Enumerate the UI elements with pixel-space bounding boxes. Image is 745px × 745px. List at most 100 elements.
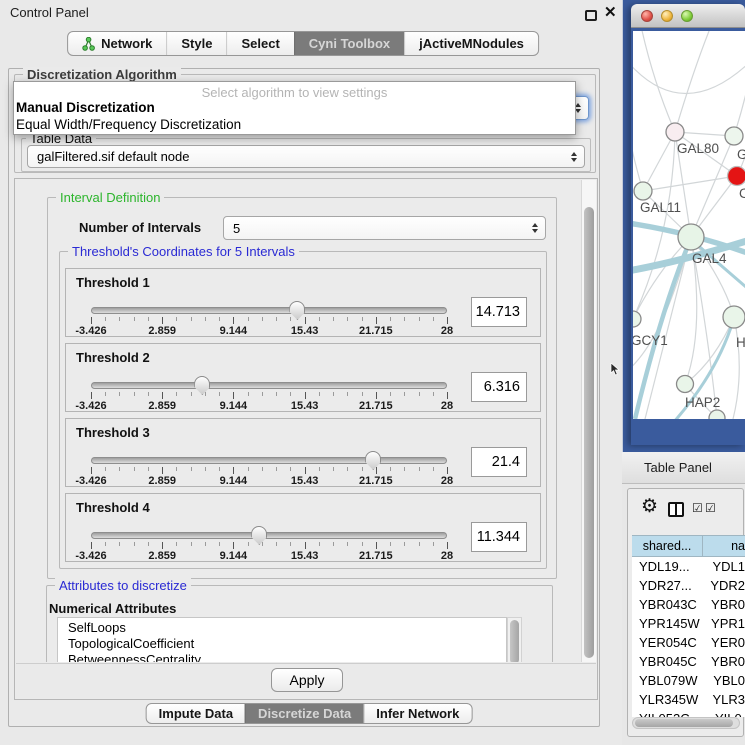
threshold-2-value-field[interactable]: [471, 372, 527, 402]
cell-name[interactable]: YER0: [704, 635, 745, 650]
numerical-attributes-list[interactable]: SelfLoopsTopologicalCoefficientBetweenne…: [57, 617, 507, 662]
table-row[interactable]: YPR145WYPR1: [632, 614, 745, 633]
float-window-icon[interactable]: [585, 10, 597, 21]
threshold-1-slider[interactable]: [91, 307, 447, 314]
tab-label: Style: [181, 36, 212, 51]
network-node-gcy1[interactable]: [633, 311, 641, 327]
cell-name[interactable]: YBR0: [704, 597, 745, 612]
minimize-traffic-light-icon[interactable]: [661, 10, 673, 22]
tick-mark: [447, 392, 448, 399]
table-row[interactable]: YBL079WYBL0: [632, 671, 745, 690]
zoom-traffic-light-icon[interactable]: [681, 10, 693, 22]
network-edge[interactable]: [641, 31, 675, 132]
threshold-3-slider[interactable]: [91, 457, 447, 464]
network-edge[interactable]: [633, 237, 691, 319]
threshold-1-value-field[interactable]: [471, 297, 527, 327]
close-traffic-light-icon[interactable]: [641, 10, 653, 22]
tick-mark: [404, 542, 405, 546]
table-data-combo[interactable]: galFiltered.sif default node: [27, 145, 585, 168]
table-row[interactable]: YIL052CYIL0: [632, 709, 745, 717]
tab-discretize-data[interactable]: Discretize Data: [245, 704, 363, 723]
combo-arrows-icon: [571, 152, 577, 162]
attributes-list-scrollbar[interactable]: [507, 617, 522, 662]
network-edge[interactable]: [643, 176, 737, 191]
tick-mark: [91, 317, 92, 324]
tick-mark: [362, 542, 363, 546]
tab-network[interactable]: Network: [68, 32, 166, 55]
table-horizontal-scrollbar[interactable]: [632, 717, 740, 729]
tick-mark: [119, 467, 120, 471]
cell-name[interactable]: YPR1: [704, 616, 745, 631]
network-canvas[interactable]: GAL80GACGAL11GAL4GCY1HHAP2: [633, 31, 745, 419]
tab-impute-data[interactable]: Impute Data: [147, 704, 245, 723]
scrollbar-thumb[interactable]: [635, 719, 733, 727]
threshold-4-slider[interactable]: [91, 532, 447, 539]
tab-style[interactable]: Style: [166, 32, 226, 55]
threshold-4-value-field[interactable]: [471, 522, 527, 552]
tick-label: -3.426: [75, 550, 106, 562]
network-node-ga[interactable]: [725, 127, 743, 145]
network-edge[interactable]: [733, 317, 739, 419]
network-edge[interactable]: [734, 71, 745, 136]
tab-jactivemnodules[interactable]: jActiveMNodules: [404, 32, 538, 55]
cell-shared-name[interactable]: YER054C: [632, 635, 704, 650]
threshold-label: Threshold 3: [76, 425, 150, 440]
network-node-c[interactable]: [728, 167, 745, 186]
cell-name[interactable]: YDL1: [705, 559, 745, 574]
cell-shared-name[interactable]: YPR145W: [632, 616, 704, 631]
network-node-gal4[interactable]: [678, 224, 704, 250]
cell-shared-name[interactable]: YBR043C: [632, 597, 704, 612]
cell-shared-name[interactable]: YDR27...: [632, 578, 703, 593]
scrollbar-thumb[interactable]: [510, 620, 519, 662]
network-node-gal80[interactable]: [666, 123, 684, 141]
table-row[interactable]: YDL19...YDL1: [632, 557, 745, 576]
table-row[interactable]: YER054CYER0: [632, 633, 745, 652]
list-item[interactable]: BetweennessCentrality: [68, 652, 506, 662]
table-row[interactable]: YBR043CYBR0: [632, 595, 745, 614]
network-node-hap2[interactable]: [677, 376, 694, 393]
network-node-h[interactable]: [723, 306, 745, 328]
cell-shared-name[interactable]: YBR045C: [632, 654, 704, 669]
number-of-intervals-combo[interactable]: 5: [223, 216, 546, 240]
tick-mark: [390, 392, 391, 396]
scrollbar-thumb[interactable]: [584, 207, 594, 658]
list-item[interactable]: TopologicalCoefficient: [68, 636, 506, 652]
tick-mark: [119, 542, 120, 546]
popup-item-equal-width-frequency[interactable]: Equal Width/Frequency Discretization: [14, 116, 575, 133]
cell-name[interactable]: YBR0: [704, 654, 745, 669]
network-node-unnamed[interactable]: [709, 410, 725, 419]
node-attribute-table[interactable]: shared... na YDL19...YDL1YDR27...YDR2YBR…: [632, 535, 745, 717]
apply-button[interactable]: Apply: [271, 668, 343, 692]
tick-mark: [191, 392, 192, 396]
close-icon[interactable]: ✕: [604, 3, 617, 21]
threshold-3-value-field[interactable]: [471, 447, 527, 477]
network-window-titlebar[interactable]: [631, 4, 745, 28]
split-view-icon[interactable]: [668, 502, 684, 517]
network-edge[interactable]: [643, 132, 675, 191]
tab-select[interactable]: Select: [226, 32, 293, 55]
cell-name[interactable]: YBL0: [706, 673, 745, 688]
checkbox-icon[interactable]: ☑: [705, 501, 716, 515]
tab-cyni-toolbox[interactable]: Cyni Toolbox: [294, 32, 404, 55]
combo-arrows-icon: [532, 223, 538, 233]
network-edge[interactable]: [675, 31, 711, 132]
cell-shared-name[interactable]: YLR345W: [632, 692, 705, 707]
settings-vertical-scrollbar[interactable]: [581, 180, 596, 662]
table-row[interactable]: YBR045CYBR0: [632, 652, 745, 671]
cell-shared-name[interactable]: YBL079W: [632, 673, 706, 688]
network-edge[interactable]: [633, 121, 643, 191]
cell-name[interactable]: YLR3: [705, 692, 745, 707]
popup-item-manual-discretization[interactable]: Manual Discretization: [14, 99, 575, 116]
table-row[interactable]: YLR345WYLR3: [632, 690, 745, 709]
cell-name[interactable]: YDR2: [703, 578, 745, 593]
cell-shared-name[interactable]: YDL19...: [632, 559, 705, 574]
network-node-gal11[interactable]: [634, 182, 652, 200]
checkbox-icon[interactable]: ☑: [692, 501, 703, 515]
column-header-name[interactable]: na: [703, 536, 745, 556]
list-item[interactable]: SelfLoops: [68, 620, 506, 636]
threshold-2-slider[interactable]: [91, 382, 447, 389]
tab-infer-network[interactable]: Infer Network: [363, 704, 471, 723]
gear-icon[interactable]: ⚙: [641, 495, 658, 518]
column-header-shared-name[interactable]: shared...: [632, 536, 703, 556]
table-row[interactable]: YDR27...YDR2: [632, 576, 745, 595]
